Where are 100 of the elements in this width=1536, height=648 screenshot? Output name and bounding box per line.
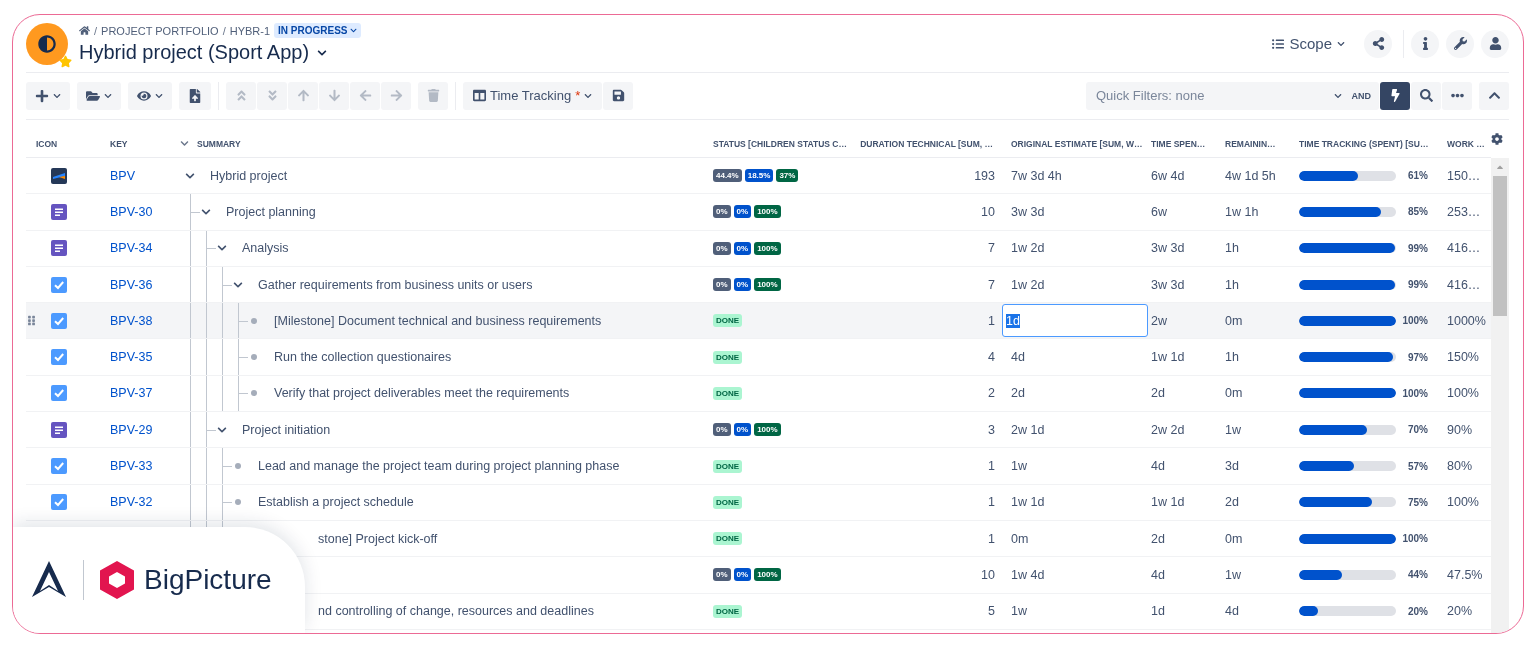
table-row[interactable]: BPV-35 Run the collection questionaires DONE 4 4d 1w 1d 1h 97% 150% (26, 339, 1491, 376)
columns-icon (473, 89, 486, 102)
lightning-icon (1388, 89, 1402, 102)
column-header[interactable]: REMAININ… (1225, 138, 1276, 149)
view-dropdown[interactable]: Time Tracking * (463, 81, 603, 110)
table-row[interactable]: BPV-37 Verify that project deliverables meet the requirements DONE 2 2d 2d 0m 100% 100% (26, 375, 1491, 413)
add-button[interactable] (26, 81, 70, 110)
table-cell: 10 (981, 567, 995, 582)
document-icon (51, 421, 67, 438)
status-badge: 100% (754, 241, 781, 255)
status-badge: 100% (754, 278, 781, 292)
summary-text: Project planning (226, 204, 316, 219)
view-button[interactable] (128, 81, 172, 110)
checkbox-icon (51, 349, 67, 366)
estimate-field[interactable]: 1d (1002, 304, 1148, 338)
issue-key-link[interactable]: BPV-32 (110, 495, 153, 510)
drag-handle-icon[interactable] (26, 315, 37, 327)
list-icon (1272, 37, 1285, 50)
chevron-down-icon[interactable] (185, 170, 195, 181)
scrollbar[interactable] (1491, 158, 1509, 633)
table-row[interactable]: BPV-34 Analysis 0% 0% 100% 7 1w 2d 3w 3d 1h 99% 416… (26, 230, 1491, 267)
table-cell: 100% (1447, 495, 1479, 510)
lightning-button[interactable] (1380, 81, 1410, 110)
home-icon[interactable] (79, 25, 90, 36)
collapse-button[interactable] (1479, 81, 1509, 110)
percent-text: 70% (1407, 424, 1428, 436)
table-cell: 150… (1447, 168, 1481, 183)
status-badge: 0% (733, 241, 752, 255)
table-cell: 3 (988, 422, 995, 437)
issue-key-link[interactable]: BPV-29 (110, 422, 153, 437)
table-cell: 6w 4d (1151, 168, 1185, 183)
chevron-down-icon[interactable] (233, 279, 243, 290)
save-button[interactable] (603, 81, 634, 110)
table-cell: 1w 4d (1011, 567, 1045, 582)
quick-filters-field[interactable]: Quick Filters: none AND (1086, 81, 1379, 110)
breadcrumb-link[interactable]: PROJECT PORTFOLIO (101, 24, 219, 37)
table-cell: 6w (1151, 204, 1167, 219)
summary-text: Verify that project deliverables meet the requirements (274, 386, 570, 401)
table-row[interactable]: BPV-38 [Milestone] Document technical and business requirements DONE 1 1d 2w 0m 100% 1000% (26, 303, 1491, 340)
issue-key-link[interactable]: BPV-30 (110, 204, 153, 219)
info-button[interactable] (1411, 29, 1439, 58)
plus-icon (35, 88, 49, 103)
settings-icon[interactable] (1491, 133, 1503, 145)
table-cell: 1 (988, 531, 995, 546)
caret-icon (1337, 39, 1345, 48)
breadcrumb-link[interactable]: HYBR-1 (229, 24, 271, 37)
table-cell: 0m (1225, 313, 1243, 328)
percent-text: 99% (1407, 242, 1428, 254)
table-cell: 4w 1d 5h (1225, 168, 1276, 183)
table-cell: 2d (1225, 495, 1239, 510)
table-cell: 3d (1225, 459, 1239, 473)
status-dropdown[interactable]: IN PROGRESS (274, 23, 361, 38)
table-row[interactable]: BPV-29 Project initiation 0% 0% 100% 3 2w 1d 2w 2d 1w 70% 90% (26, 412, 1491, 449)
table-cell: 1000% (1447, 313, 1486, 328)
double-up-icon (234, 89, 248, 102)
share-button[interactable] (1364, 29, 1392, 58)
bullet-icon (251, 390, 257, 397)
issue-key-link[interactable]: BPV-35 (110, 350, 153, 365)
issue-key-link[interactable]: BPV-37 (110, 386, 153, 401)
checkbox-icon (51, 494, 67, 511)
column-header[interactable]: ORIGINAL ESTIMATE [SUM, W… (1011, 138, 1143, 149)
issue-key-link[interactable]: BPV-36 (110, 277, 153, 292)
column-header[interactable]: SUMMARY (197, 138, 241, 149)
chevron-down-icon[interactable] (201, 206, 211, 217)
table-row[interactable]: BPV-33 Lead and manage the project team during project planning phase DONE 1 1w 4d 3d 57% 80% (26, 448, 1491, 485)
table-row[interactable]: BPV-32 Establish a project schedule DONE 1 1w 1d 1w 1d 2d 75% 100% (26, 484, 1491, 521)
summary-text: Run the collection questionaires (274, 350, 452, 365)
column-header[interactable]: KEY (110, 138, 128, 149)
column-header[interactable]: DURATION TECHNICAL [SUM, … (860, 138, 993, 149)
table-row[interactable]: BPV-36 Gather requirements from business units or users 0% 0% 100% 7 1w 2d 3w 3d 1h 99% 416… (26, 266, 1491, 304)
issue-key-link[interactable]: BPV (110, 168, 135, 183)
issue-key-link[interactable]: BPV-33 (110, 459, 153, 473)
document-icon (51, 240, 67, 257)
percent-text: 100% (1401, 315, 1428, 327)
column-header[interactable]: TIME TRACKING (SPENT) [SU… (1299, 138, 1429, 149)
summary-text: [Milestone] Document technical and business requirements (274, 313, 602, 328)
column-header[interactable]: TIME SPEN… (1151, 138, 1206, 149)
issue-key-link[interactable]: BPV-38 (110, 313, 153, 328)
document-icon (51, 203, 67, 220)
table-row[interactable]: BPV-30 Project planning 0% 0% 100% 10 3w 3d 6w 1w 1h 85% 253… (26, 194, 1491, 231)
scrollbar-thumb[interactable] (1493, 176, 1507, 316)
column-header[interactable]: ICON (36, 138, 58, 149)
table-cell: 100% (1447, 386, 1479, 401)
more-button[interactable] (1442, 81, 1472, 110)
chevron-down-icon[interactable] (217, 424, 227, 435)
settings-button[interactable] (1446, 29, 1474, 58)
chevron-down-icon[interactable] (317, 47, 328, 58)
issue-key-link[interactable]: BPV-34 (110, 241, 153, 256)
export-button[interactable] (179, 81, 211, 110)
search-button[interactable] (1411, 81, 1441, 110)
column-header[interactable]: STATUS [CHILDREN STATUS C… (713, 138, 847, 149)
table-cell: 3w 3d (1011, 204, 1045, 219)
upload-icon (188, 88, 202, 103)
column-header[interactable]: WORK … (1447, 138, 1485, 149)
summary-text: Project initiation (242, 422, 331, 437)
scope-button[interactable]: Scope (1264, 31, 1353, 56)
user-button[interactable] (1481, 29, 1509, 58)
table-cell: 7 (988, 277, 995, 292)
open-button[interactable] (77, 81, 121, 110)
table-cell: 2w 2d (1151, 422, 1185, 437)
